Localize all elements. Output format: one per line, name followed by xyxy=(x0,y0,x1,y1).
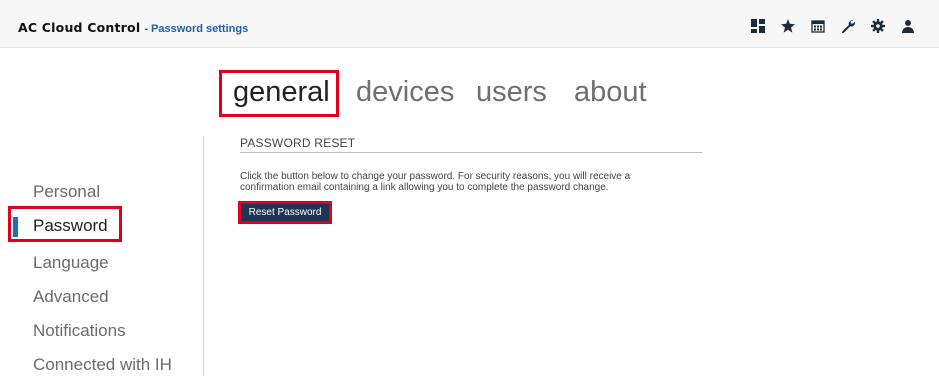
wrench-icon[interactable] xyxy=(839,17,857,35)
tab-about[interactable]: about xyxy=(574,76,647,109)
gear-icon[interactable] xyxy=(869,17,887,35)
sidebar-item-password[interactable]: Password xyxy=(33,216,108,236)
section-title: PASSWORD RESET xyxy=(240,136,356,150)
app-title: AC Cloud Control xyxy=(18,20,141,35)
sidebar-item-connected-with-ih[interactable]: Connected with IH xyxy=(33,355,172,375)
section-divider xyxy=(240,152,702,153)
dashboard-icon[interactable] xyxy=(749,17,767,35)
user-icon[interactable] xyxy=(899,17,917,35)
description-line: confirmation email containing a link all… xyxy=(240,182,609,193)
breadcrumb: AC Cloud Control - Password settings xyxy=(18,20,248,35)
tab-general[interactable]: general xyxy=(233,76,330,109)
calendar-icon[interactable] xyxy=(809,17,827,35)
page-title: Password settings xyxy=(151,23,249,35)
breadcrumb-separator: - xyxy=(144,23,148,35)
sidebar-divider xyxy=(203,137,204,376)
sidebar-item-personal[interactable]: Personal xyxy=(33,182,100,202)
active-item-marker xyxy=(13,217,18,237)
tab-devices[interactable]: devices xyxy=(356,76,454,109)
description-text: Click the button below to change your pa… xyxy=(240,171,710,193)
sidebar-item-advanced[interactable]: Advanced xyxy=(33,287,109,307)
star-icon[interactable] xyxy=(779,17,797,35)
sidebar-item-notifications[interactable]: Notifications xyxy=(33,321,126,341)
top-bar: AC Cloud Control - Password settings xyxy=(0,0,939,48)
description-line: Click the button below to change your pa… xyxy=(240,171,631,182)
reset-password-button[interactable]: Reset Password xyxy=(241,204,329,221)
sidebar-item-language[interactable]: Language xyxy=(33,253,109,273)
tab-users[interactable]: users xyxy=(476,76,547,109)
